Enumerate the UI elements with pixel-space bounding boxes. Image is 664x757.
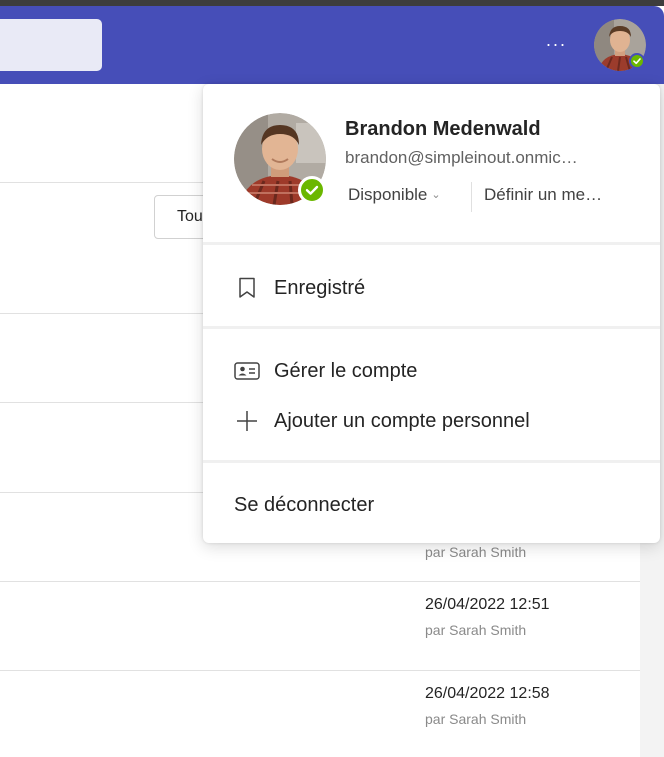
bookmark-icon <box>234 275 260 301</box>
plus-icon <box>234 408 260 434</box>
entry-author: par Sarah Smith <box>425 711 527 727</box>
search-input[interactable] <box>0 19 102 71</box>
presence-available-icon <box>298 176 326 204</box>
more-options-button[interactable]: ··· <box>540 30 572 58</box>
menu-item-label: Se déconnecter <box>234 493 375 516</box>
sign-out-menu-item[interactable]: Se déconnecter <box>234 488 374 522</box>
presence-available-icon <box>629 53 645 69</box>
divider <box>203 326 660 329</box>
divider <box>203 242 660 245</box>
divider <box>0 581 640 582</box>
list-item: 26/04/2022 12:51 par Sarah Smith <box>425 596 550 638</box>
status-selector[interactable]: Disponible ⌄ <box>348 185 441 205</box>
status-label: Disponible <box>348 185 428 204</box>
add-personal-account-menu-item[interactable]: Ajouter un compte personnel <box>234 404 530 438</box>
entry-author: par Sarah Smith <box>425 544 527 560</box>
user-email: brandon@simpleinout.onmic… <box>345 148 578 167</box>
manage-account-menu-item[interactable]: Gérer le compte <box>234 354 417 388</box>
menu-item-label: Gérer le compte <box>274 359 418 382</box>
menu-item-label: Ajouter un compte personnel <box>274 409 530 432</box>
divider <box>0 670 640 671</box>
divider <box>471 182 472 212</box>
list-item: 26/04/2022 12:58 par Sarah Smith <box>425 685 550 727</box>
user-name: Brandon Medenwald <box>345 118 541 140</box>
saved-menu-item[interactable]: Enregistré <box>234 271 365 305</box>
set-status-message-button[interactable]: Définir un me… <box>484 185 602 205</box>
divider <box>203 460 660 463</box>
entry-author: par Sarah Smith <box>425 622 527 638</box>
menu-item-label: Enregistré <box>274 276 366 299</box>
entry-date: 26/04/2022 12:51 <box>425 596 550 613</box>
chevron-down-icon: ⌄ <box>431 189 441 201</box>
entry-date: 26/04/2022 12:58 <box>425 685 550 702</box>
app-header: ··· <box>0 6 664 84</box>
profile-menu: Brandon Medenwald brandon@simpleinout.on… <box>203 84 660 543</box>
contact-card-icon <box>234 358 260 384</box>
